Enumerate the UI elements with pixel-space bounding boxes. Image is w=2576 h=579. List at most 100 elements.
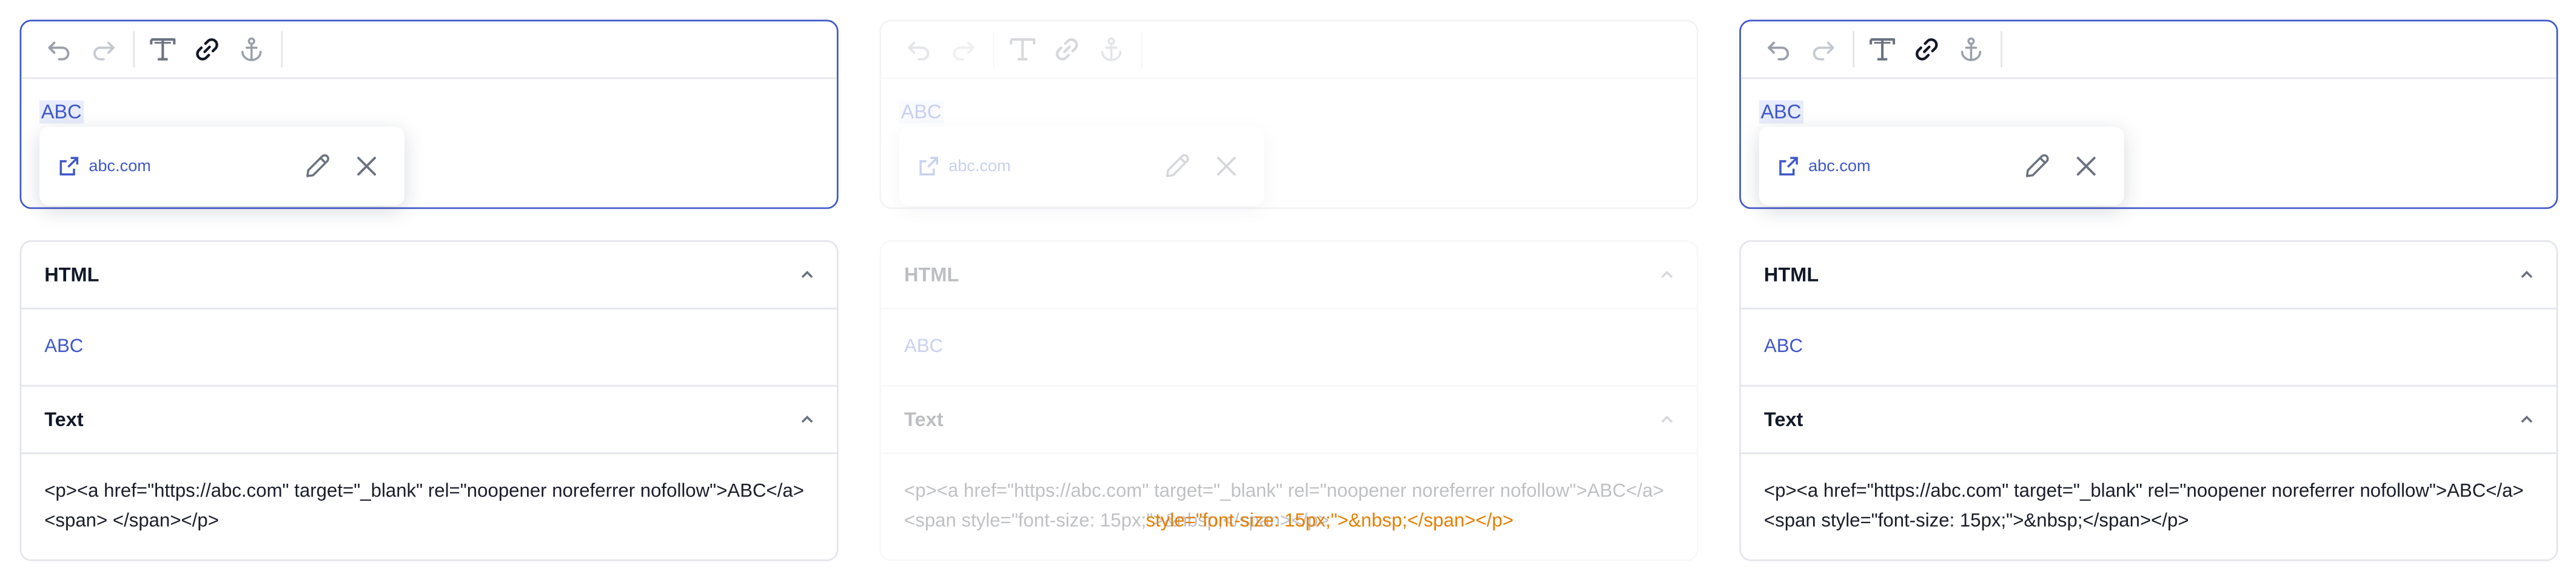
text-format-button[interactable]	[1001, 28, 1044, 70]
html-section-header[interactable]: HTML	[21, 242, 837, 310]
popover-link[interactable]: abc.com	[919, 157, 1145, 177]
link-button[interactable]	[1905, 28, 1948, 70]
serialized-html: <p><a href="https://abc.com" target="_bl…	[881, 454, 1697, 560]
edit-link-button[interactable]	[2019, 148, 2055, 185]
close-icon	[1216, 157, 1236, 176]
popover-url[interactable]: abc.com	[1808, 157, 1870, 175]
remove-link-button[interactable]	[349, 148, 385, 185]
text-section-header[interactable]: Text	[881, 387, 1697, 455]
close-icon	[357, 157, 377, 176]
rich-text-editor[interactable]: ABC abc.com	[1739, 19, 2558, 209]
toolbar-separator	[281, 31, 283, 68]
popover-url[interactable]: abc.com	[89, 157, 150, 175]
output-accordion: HTML ABC Text <p><a href="https://abc.co…	[19, 240, 839, 561]
link-icon	[196, 38, 218, 61]
popover-link[interactable]: abc.com	[59, 157, 286, 177]
editor-link-text[interactable]: ABC	[1759, 100, 1803, 123]
undo-icon	[908, 41, 930, 61]
serialized-html: <p><a href="https://abc.com" target="_bl…	[21, 454, 837, 560]
rich-text-editor[interactable]: ABC abc.com	[879, 19, 1699, 209]
text-format-button[interactable]	[1861, 28, 1903, 70]
link-button[interactable]	[1045, 28, 1088, 70]
html-preview: ABC	[1740, 310, 2557, 387]
toolbar-separator	[2001, 31, 2002, 68]
editor-link-text[interactable]: ABC	[39, 100, 84, 123]
html-section-title: HTML	[44, 263, 99, 286]
html-section-header[interactable]: HTML	[881, 242, 1697, 310]
toolbar-separator	[1141, 31, 1143, 68]
html-section-header[interactable]: HTML	[1740, 242, 2557, 310]
redo-button[interactable]	[942, 28, 984, 70]
link-popover: abc.com	[39, 126, 404, 206]
text-format-icon	[150, 38, 176, 61]
external-link-icon	[59, 157, 79, 176]
chevron-up-icon[interactable]	[1657, 410, 1677, 430]
toolbar-separator	[1853, 31, 1855, 68]
panel-transition: ABC abc.com HTML ABC Text <p><a href="ht…	[879, 19, 1699, 561]
text-section-title: Text	[44, 408, 84, 432]
link-popover: abc.com	[899, 126, 1264, 206]
panel-after: ABC abc.com HTML ABC Text <p><a href="ht…	[1739, 19, 2558, 561]
chevron-up-icon[interactable]	[1657, 265, 1677, 285]
chevron-up-icon[interactable]	[797, 410, 817, 430]
pencil-icon	[1166, 154, 1189, 177]
chevron-up-icon[interactable]	[797, 265, 817, 285]
redo-button[interactable]	[82, 28, 125, 70]
anchor-button[interactable]	[230, 28, 273, 70]
anchor-icon	[1101, 37, 1122, 61]
undo-button[interactable]	[38, 28, 80, 70]
popover-link[interactable]: abc.com	[1779, 157, 2005, 177]
panel-before: ABC abc.com HTML ABC Text <p><a href="ht…	[19, 19, 839, 561]
text-format-button[interactable]	[141, 28, 184, 70]
edit-link-button[interactable]	[299, 148, 335, 185]
redo-icon	[1813, 41, 1834, 61]
rich-text-editor[interactable]: ABC abc.com	[19, 19, 839, 209]
anchor-icon	[241, 37, 262, 61]
close-icon	[2076, 157, 2096, 176]
undo-icon	[1768, 41, 1789, 61]
text-format-icon	[1870, 38, 1896, 61]
pencil-icon	[2025, 154, 2049, 177]
link-icon	[1056, 38, 1078, 61]
html-section-title: HTML	[1763, 263, 1819, 286]
redo-icon	[93, 41, 115, 61]
html-preview-text: ABC	[1763, 337, 1803, 357]
undo-button[interactable]	[897, 28, 940, 70]
html-preview: ABC	[21, 310, 837, 387]
editor-toolbar	[881, 21, 1697, 80]
serialized-html-text: <p><a href="https://abc.com" target="_bl…	[44, 482, 804, 532]
text-section-title: Text	[1763, 408, 1803, 432]
remove-link-button[interactable]	[1209, 148, 1245, 185]
anchor-button[interactable]	[1090, 28, 1132, 70]
edit-link-button[interactable]	[1159, 148, 1195, 185]
serialized-html-text: <p><a href="https://abc.com" target="_bl…	[1763, 482, 2524, 532]
popover-url[interactable]: abc.com	[948, 157, 1010, 175]
remove-link-button[interactable]	[2068, 148, 2104, 185]
redo-button[interactable]	[1802, 28, 1844, 70]
editor-toolbar	[21, 21, 837, 80]
chevron-up-icon[interactable]	[2517, 265, 2537, 285]
anchor-icon	[1961, 37, 1982, 61]
text-section-title: Text	[904, 408, 944, 432]
output-accordion: HTML ABC Text <p><a href="https://abc.co…	[1739, 240, 2558, 561]
link-button[interactable]	[186, 28, 228, 70]
scene: ABC abc.com HTML ABC Text <p><a href="ht…	[0, 0, 2576, 579]
text-section-header[interactable]: Text	[1740, 387, 2557, 455]
undo-icon	[48, 41, 70, 61]
editor-toolbar	[1740, 21, 2557, 80]
html-preview-text: ABC	[44, 337, 84, 357]
html-preview: ABC	[881, 310, 1697, 387]
editor-link-text[interactable]: ABC	[899, 100, 944, 123]
anchor-button[interactable]	[1950, 28, 1992, 70]
toolbar-separator	[993, 31, 995, 68]
link-popover: abc.com	[1759, 126, 2124, 206]
undo-button[interactable]	[1757, 28, 1800, 70]
external-link-icon	[1779, 157, 1798, 176]
diff-highlight-text: style="font-size: 15px;">&nbsp;</span></…	[1145, 512, 1514, 532]
html-preview-text: ABC	[904, 337, 944, 357]
text-section-header[interactable]: Text	[21, 387, 837, 455]
link-icon	[1916, 38, 1938, 61]
chevron-up-icon[interactable]	[2517, 410, 2537, 430]
redo-icon	[953, 41, 974, 61]
html-section-title: HTML	[904, 263, 959, 286]
